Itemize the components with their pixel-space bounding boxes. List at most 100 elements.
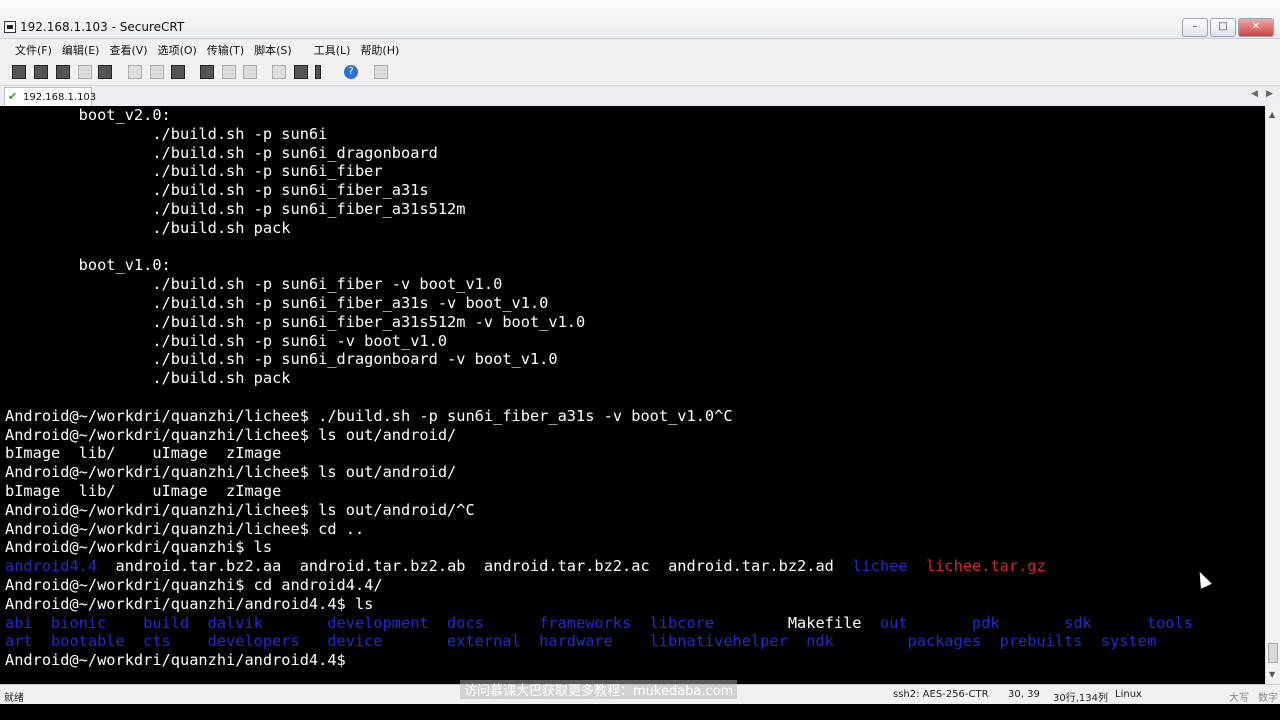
status-cursor-position: 30, 39 bbox=[1008, 689, 1040, 700]
terminal-text: Makefile bbox=[787, 613, 880, 632]
keymap-icon[interactable] bbox=[374, 65, 388, 79]
terminal-text: android4.4 bbox=[5, 557, 98, 576]
bottom-band bbox=[0, 704, 1280, 720]
window-title: 192.168.1.103 - SecureCRT bbox=[20, 20, 185, 34]
terminal-text: ./build.sh -p sun6i_dragonboard bbox=[5, 143, 438, 162]
terminal-line: android4.4 android.tar.bz2.aa android.ta… bbox=[5, 557, 1265, 576]
terminal-line: Android@~/workdri/quanzhi/lichee$ ls out… bbox=[5, 426, 1265, 445]
minimize-button[interactable]: – bbox=[1182, 18, 1208, 37]
scroll-down-icon[interactable]: ▼ bbox=[1269, 670, 1275, 679]
terminal-text: Android@~/workdri/quanzhi/android4.4$ bbox=[5, 651, 355, 670]
menu-tools[interactable]: 工具(L) bbox=[311, 39, 358, 60]
terminal-line: ./build.sh pack bbox=[5, 219, 1265, 238]
find-icon[interactable] bbox=[171, 65, 185, 79]
connected-check-icon: ✔ bbox=[8, 90, 18, 103]
menu-help[interactable]: 帮助(H) bbox=[357, 39, 406, 60]
connect-icon[interactable] bbox=[12, 65, 26, 79]
terminal-line: boot_v2.0: bbox=[5, 106, 1265, 125]
status-dimensions: 30行,134列 bbox=[1053, 693, 1108, 704]
terminal-text: ./build.sh -p sun6i_dragonboard -v boot_… bbox=[5, 350, 558, 369]
scroll-thumb[interactable] bbox=[1268, 643, 1278, 663]
terminal-text: abi bionic build dalvik development docs… bbox=[5, 613, 788, 632]
terminal-line: ./build.sh -p sun6i_fiber_a31s -v boot_v… bbox=[5, 294, 1265, 313]
terminal-output[interactable]: boot_v2.0: ./build.sh -p sun6i ./build.s… bbox=[0, 106, 1265, 684]
terminal-line: ./build.sh -p sun6i -v boot_v1.0 bbox=[5, 332, 1265, 351]
terminal-line: art bootable cts developers device exter… bbox=[5, 632, 1265, 651]
terminal-text: Android@~/workdri/quanzhi$ cd android4.4… bbox=[5, 575, 383, 594]
terminal-line: ./build.sh -p sun6i_dragonboard -v boot_… bbox=[5, 350, 1265, 369]
terminal-line: abi bionic build dalvik development docs… bbox=[5, 614, 1265, 633]
terminal-text: lichee bbox=[852, 557, 908, 576]
page-setup-icon[interactable] bbox=[243, 65, 257, 79]
terminal-text: android.tar.bz2.aa android.tar.bz2.ab an… bbox=[97, 557, 853, 576]
menu-bar: 文件(F) 编辑(E) 查看(V) 选项(O) 传输(T) 脚本(S) 工具(L… bbox=[0, 39, 1280, 60]
print-icon[interactable] bbox=[200, 65, 214, 79]
menu-file[interactable]: 文件(F) bbox=[12, 39, 59, 60]
terminal-line: ./build.sh -p sun6i_fiber bbox=[5, 162, 1265, 181]
close-button[interactable]: ✕ bbox=[1238, 18, 1274, 37]
terminal-line: bImage lib/ uImage zImage bbox=[5, 444, 1265, 463]
tab-prev-icon[interactable]: ◀ bbox=[1251, 89, 1258, 99]
terminal-line: Android@~/workdri/quanzhi/lichee$ ls out… bbox=[5, 501, 1265, 520]
terminal-line: ./build.sh -p sun6i_dragonboard bbox=[5, 144, 1265, 163]
terminal-text: boot_v2.0: bbox=[5, 106, 171, 124]
terminal-line: Android@~/workdri/quanzhi/lichee$ ./buil… bbox=[5, 407, 1265, 426]
status-num: 数字 bbox=[1258, 693, 1278, 704]
terminal-text: ./build.sh -p sun6i_fiber bbox=[5, 162, 383, 181]
terminal-line: Android@~/workdri/quanzhi/lichee$ cd .. bbox=[5, 520, 1265, 539]
connect-in-tab-icon[interactable] bbox=[56, 65, 70, 79]
menu-view[interactable]: 查看(V) bbox=[106, 39, 154, 60]
status-os: Linux bbox=[1115, 689, 1142, 700]
menu-transfer[interactable]: 传输(T) bbox=[204, 39, 251, 60]
terminal-line: Android@~/workdri/quanzhi/android4.4$ bbox=[5, 651, 1265, 670]
disconnect-icon[interactable] bbox=[98, 65, 112, 79]
securecrt-app-icon[interactable] bbox=[4, 21, 16, 33]
menu-script[interactable]: 脚本(S) bbox=[251, 39, 299, 60]
paste-icon[interactable] bbox=[150, 65, 164, 79]
terminal-line: ./build.sh -p sun6i_fiber_a31s512m -v bo… bbox=[5, 313, 1265, 332]
terminal-line: Android@~/workdri/quanzhi$ ls bbox=[5, 538, 1265, 557]
status-caps: 大写 bbox=[1229, 693, 1249, 704]
terminal-text: ./build.sh -p sun6i -v boot_v1.0 bbox=[5, 331, 448, 350]
terminal-lines: boot_v2.0: ./build.sh -p sun6i ./build.s… bbox=[0, 106, 1265, 670]
terminal-text: ./build.sh -p sun6i_fiber -v boot_v1.0 bbox=[5, 275, 503, 294]
terminal-text: Android@~/workdri/quanzhi/lichee$ ./buil… bbox=[5, 406, 733, 425]
menu-edit[interactable]: 编辑(E) bbox=[59, 39, 107, 60]
terminal-line: boot_v1.0: bbox=[5, 256, 1265, 275]
tab-next-icon[interactable]: ▶ bbox=[1266, 89, 1273, 99]
terminal-line: ./build.sh -p sun6i bbox=[5, 125, 1265, 144]
terminal-line: Android@~/workdri/quanzhi/android4.4$ ls bbox=[5, 595, 1265, 614]
toolbar: ? ▲ bbox=[0, 60, 1280, 141]
print-selection-icon[interactable] bbox=[222, 65, 236, 79]
scroll-up-icon[interactable]: ▲ bbox=[1269, 110, 1275, 119]
quick-connect-icon[interactable] bbox=[34, 65, 48, 79]
menu-options[interactable]: 选项(O) bbox=[155, 39, 204, 60]
tab-bar: ✔ 192.168.1.103 ◀ ▶ bbox=[0, 86, 1280, 107]
help-icon[interactable]: ? bbox=[344, 65, 358, 79]
reconnect-icon[interactable] bbox=[78, 65, 92, 79]
terminal-line: ./build.sh pack bbox=[5, 369, 1265, 388]
settings-icon[interactable] bbox=[272, 65, 286, 79]
tab-session-label: 192.168.1.103 bbox=[23, 92, 97, 103]
terminal-line: ./build.sh -p sun6i_fiber_a31s512m bbox=[5, 200, 1265, 219]
terminal-text: ./build.sh pack bbox=[5, 369, 291, 388]
terminal-text: ./build.sh -p sun6i bbox=[5, 124, 328, 143]
terminal-text: Android@~/workdri/quanzhi/android4.4$ ls bbox=[5, 594, 374, 613]
terminal-text: bImage lib/ uImage zImage bbox=[5, 444, 282, 463]
copy-icon[interactable] bbox=[128, 65, 142, 79]
key-icon[interactable] bbox=[315, 65, 321, 79]
terminal-line: ./build.sh -p sun6i_fiber -v boot_v1.0 bbox=[5, 275, 1265, 294]
terminal-text: Android@~/workdri/quanzhi/lichee$ ls out… bbox=[5, 500, 475, 519]
tab-session[interactable]: ✔ 192.168.1.103 bbox=[4, 87, 96, 106]
terminal-text: ./build.sh pack bbox=[5, 218, 291, 237]
sftp-icon[interactable] bbox=[294, 65, 308, 79]
vertical-scrollbar[interactable]: ▲ ▼ bbox=[1265, 106, 1280, 684]
terminal-line: Android@~/workdri/quanzhi/lichee$ ls out… bbox=[5, 463, 1265, 482]
terminal-line: Android@~/workdri/quanzhi$ cd android4.4… bbox=[5, 576, 1265, 595]
window-controls: – □ ✕ bbox=[1182, 18, 1274, 37]
status-ready: 就绪 bbox=[4, 693, 24, 704]
maximize-button[interactable]: □ bbox=[1210, 18, 1236, 37]
terminal-text: Android@~/workdri/quanzhi/lichee$ ls out… bbox=[5, 425, 457, 444]
